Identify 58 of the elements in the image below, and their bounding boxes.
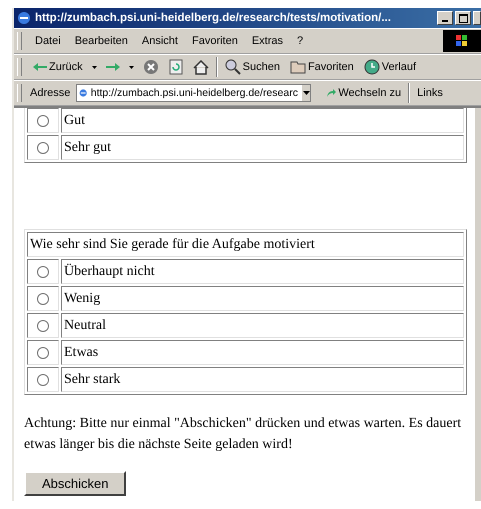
logo-icon <box>443 30 481 52</box>
menu-item[interactable]: ? <box>292 35 308 47</box>
arrow-icon <box>326 88 336 98</box>
maximize-icon <box>458 14 468 22</box>
go-label: Wechseln zu <box>338 87 402 99</box>
dropdown-button[interactable] <box>126 66 136 68</box>
scrollbar[interactable] <box>474 108 481 501</box>
links-button[interactable]: Links <box>414 87 446 99</box>
search-button[interactable]: Suchen <box>222 59 283 75</box>
option-label: Gut <box>61 108 464 133</box>
radio-button[interactable] <box>37 346 49 358</box>
option-label: Überhaupt nicht <box>61 259 464 284</box>
back-button[interactable]: Zurück <box>30 61 86 73</box>
search-icon <box>224 59 241 75</box>
folder-icon <box>290 60 306 74</box>
radio-button[interactable] <box>37 320 49 332</box>
radio-button[interactable] <box>37 114 49 126</box>
option-label: Sehr gut <box>61 135 464 160</box>
favorites-button[interactable]: Favoriten <box>286 60 357 74</box>
close-button[interactable] <box>473 11 481 25</box>
clock-icon <box>364 59 380 75</box>
address-field[interactable]: http://zumbach.psi.uni-heidelberg.de/researc <box>76 84 312 102</box>
question-text: Wie sehr sind Sie gerade für die Aufgabe motiviert <box>27 232 464 257</box>
menu-item[interactable]: Bearbeiten <box>70 35 133 47</box>
menu-item[interactable]: Datei <box>30 35 66 47</box>
address-label: Adresse <box>30 87 70 99</box>
notice-text: Achtung: Bitte nur einmal "Abschicken" drücken und etwas warten. Es dauert etwas länger bis die nächste Seite geladen wird! <box>24 415 462 454</box>
radio-button[interactable] <box>37 292 49 304</box>
maximize-button[interactable] <box>455 11 471 25</box>
radio-button[interactable] <box>37 142 49 154</box>
minimize-button[interactable] <box>437 11 453 25</box>
refresh-icon <box>168 59 183 75</box>
favorites-label: Favoriten <box>308 61 354 73</box>
home-icon <box>192 60 209 74</box>
option-label: Neutral <box>61 313 464 338</box>
back-label: Zurück <box>49 61 83 73</box>
dropdown-button[interactable] <box>300 85 310 101</box>
stop-icon <box>142 59 159 75</box>
option-label: Etwas <box>61 340 464 365</box>
option-label: Sehr stark <box>61 367 464 392</box>
search-label: Suchen <box>242 61 280 73</box>
browser-icon <box>17 11 31 25</box>
menu-item[interactable]: Extras <box>246 35 288 47</box>
submit-button[interactable]: Abschicken <box>24 471 126 496</box>
window-title: http://zumbach.psi.uni-heidelberg.de/research/tests/motivation/... <box>35 12 392 24</box>
radio-button[interactable] <box>37 266 49 278</box>
address-text: http://zumbach.psi.uni-heidelberg.de/researc <box>90 87 298 99</box>
go-button[interactable]: Wechseln zu <box>323 87 404 99</box>
dropdown-button[interactable] <box>90 66 99 68</box>
history-button[interactable]: Verlauf <box>360 59 420 75</box>
menu-item[interactable]: Ansicht <box>136 35 183 47</box>
arrow-left-icon <box>33 62 47 72</box>
arrow-right-icon <box>106 62 120 72</box>
history-label: Verlauf <box>382 61 416 73</box>
radio-button[interactable] <box>37 374 49 386</box>
menu-item[interactable]: Favoriten <box>186 35 243 47</box>
caret-icon <box>302 91 310 95</box>
option-label: Wenig <box>61 286 464 311</box>
